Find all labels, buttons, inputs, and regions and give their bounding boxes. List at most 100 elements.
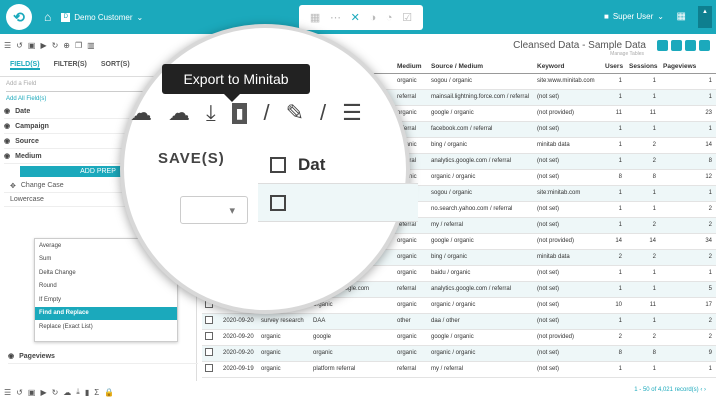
table-row[interactable]: 2020-09-20 organic google organic google / o…: [202, 329, 716, 346]
eye-icon[interactable]: ◉: [4, 107, 10, 115]
column-header[interactable]: Sessions: [626, 60, 660, 74]
row-select-cell[interactable]: [202, 313, 220, 330]
gauge-mode-icon[interactable]: ◔: [386, 12, 393, 24]
add-icon[interactable]: ⊕: [63, 41, 70, 50]
table-cell: organic / organic: [428, 297, 534, 314]
tools-mode-icon[interactable]: ✕: [351, 11, 360, 24]
divider-icon: /: [263, 100, 270, 125]
play-icon[interactable]: ▶: [40, 41, 46, 50]
column-header[interactable]: Users: [602, 60, 626, 74]
save-icon[interactable]: ▣: [28, 41, 36, 50]
table-cell: 14: [626, 233, 660, 250]
table-cell: 2: [660, 201, 716, 218]
eye-icon[interactable]: ◉: [4, 152, 10, 160]
row-checkbox[interactable]: [205, 364, 213, 372]
sum-icon[interactable]: Σ: [94, 388, 99, 397]
option-find-replace[interactable]: Find and Replace: [35, 306, 177, 320]
app-logo-icon[interactable]: ⟲: [6, 4, 32, 30]
table-cell: 11: [626, 297, 660, 314]
table-cell: 1: [660, 89, 716, 106]
cloud-upload-icon[interactable]: ☁: [168, 100, 190, 126]
magnified-row: Dat: [258, 146, 418, 184]
magnified-dropdown[interactable]: ▾: [180, 196, 248, 224]
table-cell: 1: [602, 153, 626, 170]
eye-icon[interactable]: ◉: [4, 137, 10, 145]
sliders-icon[interactable]: ☰: [342, 100, 362, 126]
refresh-icon[interactable]: ↻: [52, 388, 59, 397]
field-row-pageviews[interactable]: ◉ Pageviews: [8, 349, 198, 364]
column-header[interactable]: Keyword: [534, 60, 602, 74]
row-select-cell[interactable]: [202, 361, 220, 378]
field-label: Pageviews: [19, 352, 55, 360]
table-cell: my / referral: [428, 217, 534, 234]
column-header[interactable]: Pageviews: [660, 60, 716, 74]
cloud-download-icon[interactable]: ☁: [63, 388, 71, 397]
customer-selector[interactable]: D Demo Customer ⌄: [61, 12, 143, 22]
download-icon[interactable]: ⤓: [206, 100, 216, 126]
row-select-cell[interactable]: [202, 329, 220, 346]
table-row[interactable]: 2020-09-19 organic platform referral referr…: [202, 361, 716, 378]
minitab-chart-icon[interactable]: ▮: [231, 102, 248, 124]
eye-icon[interactable]: ◉: [8, 352, 14, 360]
comment-icon[interactable]: [671, 40, 682, 51]
table-cell: organic: [258, 345, 310, 362]
row-checkbox[interactable]: [270, 194, 286, 211]
table-cell: analytics.google.com / referral: [428, 153, 534, 170]
chart-icon[interactable]: ▮: [85, 388, 89, 397]
table-row[interactable]: 2020-09-20 organic organic organic organic /…: [202, 345, 716, 362]
check-mode-icon[interactable]: ☑: [402, 11, 412, 24]
eye-icon[interactable]: ◉: [4, 122, 10, 130]
column-header[interactable]: Medium: [394, 60, 428, 74]
apps-grid-icon[interactable]: ▦: [677, 11, 686, 22]
pager[interactable]: 1 - 50 of 4,021 record(s) ‹ ›: [634, 387, 706, 393]
home-icon[interactable]: ⌂: [44, 10, 51, 24]
list-icon[interactable]: ☰: [4, 388, 11, 397]
row-checkbox[interactable]: [205, 332, 213, 340]
tab-filters[interactable]: FILTER(S): [54, 61, 87, 70]
column-header[interactable]: Source / Medium: [428, 60, 534, 74]
table-cell: (not set): [534, 361, 602, 378]
row-select-cell[interactable]: [202, 345, 220, 362]
row-checkbox[interactable]: [205, 316, 213, 324]
download-icon[interactable]: ⤓: [76, 387, 80, 397]
tab-fields[interactable]: FIELD(S): [10, 61, 40, 70]
row-checkbox[interactable]: [205, 348, 213, 356]
copy-icon[interactable]: ❐: [75, 41, 82, 50]
pipette-icon[interactable]: ✎: [286, 100, 304, 126]
option-replace-exact[interactable]: Replace (Exact List): [35, 320, 177, 334]
option-if-empty[interactable]: If Empty: [35, 293, 177, 307]
cloud-download-icon[interactable]: ☁: [130, 100, 152, 126]
table-cell: 1: [602, 281, 626, 298]
close-icon[interactable]: [699, 40, 710, 51]
delete-icon[interactable]: ▥: [87, 41, 95, 50]
row-checkbox[interactable]: [270, 156, 286, 173]
move-icon[interactable]: ✥: [10, 182, 16, 190]
info-icon[interactable]: [657, 40, 668, 51]
option-delta-change[interactable]: Delta Change: [35, 266, 177, 280]
table-cell: (not set): [534, 153, 602, 170]
history-icon[interactable]: ↺: [16, 388, 23, 397]
table-mode-icon[interactable]: ▦: [310, 11, 320, 24]
dataset-subtitle[interactable]: Manage Tables: [610, 51, 644, 57]
list-icon[interactable]: ☰: [4, 41, 11, 50]
history-icon[interactable]: ↺: [16, 41, 23, 50]
folder-icon[interactable]: [685, 40, 696, 51]
refresh-icon[interactable]: ↻: [52, 41, 59, 50]
notifications-icon[interactable]: ▲: [698, 6, 712, 28]
table-cell: organic: [310, 345, 394, 362]
table-row[interactable]: 2020-09-20 survey research DAA other daa / o…: [202, 313, 716, 330]
table-cell: 5: [660, 281, 716, 298]
lock-icon[interactable]: 🔒: [104, 388, 114, 397]
user-name: Super User: [612, 12, 654, 21]
table-cell: (not provided): [534, 233, 602, 250]
table-cell: organic / organic: [428, 169, 534, 186]
user-menu[interactable]: ■ Super User ⌄: [604, 12, 664, 21]
flow-mode-icon[interactable]: ⋯: [330, 11, 341, 24]
tab-sorts[interactable]: SORT(S): [101, 61, 130, 70]
save-icon[interactable]: ▣: [28, 388, 36, 397]
table-cell: 1: [626, 313, 660, 330]
play-icon[interactable]: ▶: [40, 388, 46, 397]
table-cell: 14: [602, 233, 626, 250]
pie-mode-icon[interactable]: ◑: [370, 12, 377, 24]
option-round[interactable]: Round: [35, 280, 177, 294]
